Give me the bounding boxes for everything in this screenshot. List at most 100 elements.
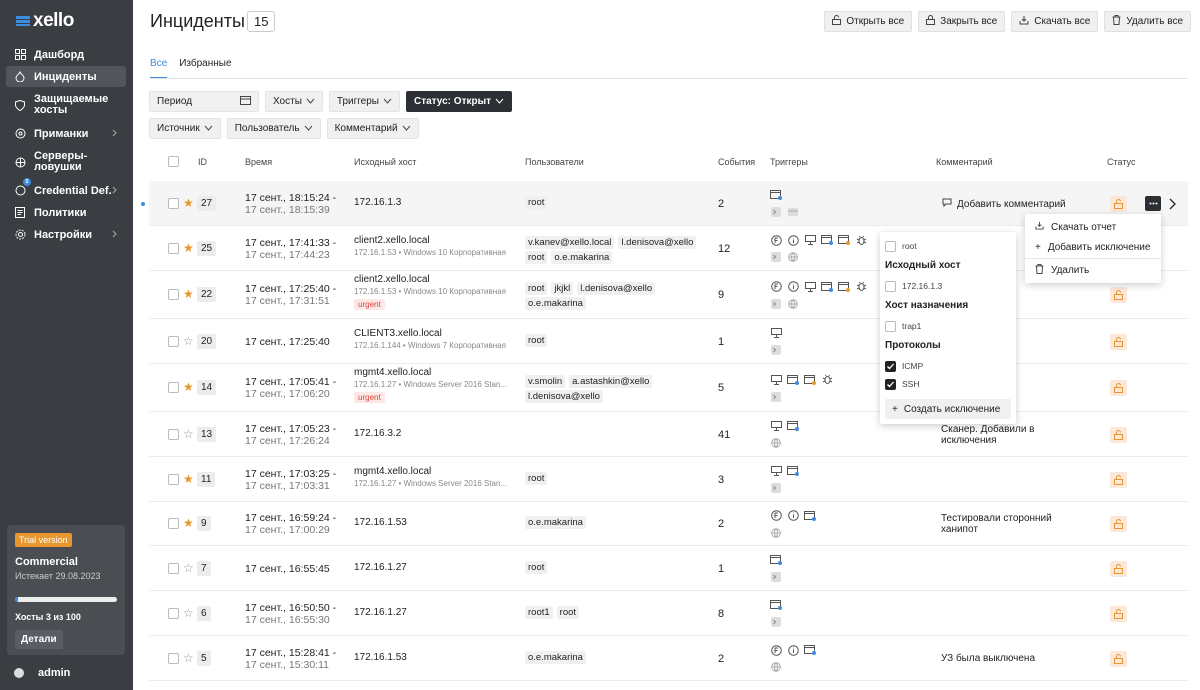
open-status-lock[interactable] — [1110, 516, 1127, 532]
star-outline-icon[interactable]: ☆ — [183, 561, 194, 575]
sidebar-item-policies[interactable]: Политики — [6, 202, 126, 223]
source-filter[interactable]: Источник — [149, 118, 221, 139]
user-tag[interactable]: v.kanev@xello.local — [525, 235, 615, 249]
window-icon[interactable] — [770, 555, 782, 566]
source-host[interactable]: 172.16.1.53 — [354, 652, 407, 663]
user-tag[interactable]: root — [525, 195, 548, 209]
star-outline-icon[interactable]: ☆ — [183, 606, 194, 620]
delete-menu-item[interactable]: Удалить — [1025, 260, 1161, 280]
row-checkbox[interactable] — [168, 335, 179, 347]
open-status-lock[interactable] — [1110, 287, 1127, 303]
open-status-lock[interactable] — [1110, 471, 1127, 488]
row-checkbox[interactable] — [168, 382, 179, 393]
sidebar-item-dashboard[interactable]: Дашборд — [6, 44, 126, 65]
star-filled-icon[interactable]: ★ — [183, 241, 194, 255]
star-filled-icon[interactable]: ★ — [183, 287, 194, 301]
user-tag[interactable]: l.denisova@xello — [618, 235, 697, 249]
sidebar-item-trap-servers[interactable]: Серверы-ловушки — [6, 145, 126, 179]
user-tag[interactable]: l.denisova@xello — [577, 282, 656, 295]
window-icon[interactable] — [787, 374, 799, 385]
file-icon[interactable] — [770, 510, 782, 521]
user-tag[interactable]: root — [525, 560, 548, 574]
tab-all[interactable]: Все — [150, 58, 168, 79]
user-tag[interactable]: root — [525, 282, 548, 295]
exception-option-checkbox[interactable] — [885, 320, 896, 332]
table-row[interactable]: ★ 9 17 сент., 16:59:24 -17 сент., 17:00:29… — [149, 502, 1188, 546]
row-checkbox[interactable] — [168, 607, 179, 619]
user-tag[interactable]: jkjkl — [551, 282, 574, 295]
source-host[interactable]: client2.xello.local 172.16.1.53 • Windows… — [354, 235, 506, 257]
file-icon[interactable] — [770, 281, 782, 292]
sidebar-item-settings[interactable]: Настройки — [6, 224, 126, 245]
window-icon[interactable] — [787, 466, 799, 477]
open-status-lock[interactable] — [1110, 195, 1127, 212]
table-row[interactable]: ☆ 5 17 сент., 15:28:41 -17 сент., 15:30:11… — [149, 636, 1188, 681]
create-exception-button[interactable]: + Создать исключение — [885, 399, 1011, 419]
logo[interactable]: xello — [16, 10, 74, 32]
exception-option-checkbox[interactable] — [885, 280, 896, 292]
file-icon[interactable] — [770, 234, 782, 246]
window-icon[interactable] — [821, 235, 833, 246]
star-outline-icon[interactable]: ☆ — [183, 651, 194, 665]
table-row[interactable]: ☆ 6 17 сент., 16:50:50 -17 сент., 16:55:30… — [149, 591, 1188, 636]
source-host[interactable]: mgmt4.xello.local 172.16.1.27 • Windows S… — [354, 466, 507, 488]
info-icon[interactable] — [787, 281, 799, 292]
open-status-lock[interactable] — [1110, 605, 1127, 622]
user-tag[interactable]: root — [525, 471, 548, 485]
bug-icon[interactable] — [855, 235, 867, 246]
sidebar-item-credential-def[interactable]: 5 Credential Def. — [6, 178, 126, 201]
info-icon[interactable] — [787, 234, 799, 246]
window-icon[interactable] — [821, 281, 833, 292]
user-tag[interactable]: a.astashkin@xello — [569, 375, 653, 388]
user-filter[interactable]: Пользователь — [226, 118, 321, 139]
open-status-lock[interactable] — [1110, 560, 1127, 577]
table-row[interactable]: ☆ 20 17 сент., 17:25:40 CLIENT3.xello.local… — [149, 319, 1188, 364]
file-icon[interactable] — [770, 644, 782, 656]
user-tag[interactable]: o.e.makarina — [525, 650, 586, 664]
user-tag[interactable]: root — [525, 333, 548, 347]
bug-icon[interactable] — [855, 281, 867, 292]
exception-option-row[interactable]: root — [885, 237, 1011, 255]
row-checkbox[interactable] — [168, 289, 179, 300]
status-filter[interactable]: Статус: Открыт — [405, 91, 513, 112]
monitor-icon[interactable] — [804, 235, 816, 246]
exception-option-row[interactable]: trap1 — [885, 317, 1011, 335]
exception-option-checkbox[interactable] — [885, 240, 896, 252]
monitor-icon[interactable] — [770, 466, 782, 477]
user-tag[interactable]: o.e.makarina — [525, 297, 586, 310]
bug-icon[interactable] — [821, 374, 833, 385]
user-tag[interactable]: root — [556, 605, 580, 619]
source-host[interactable]: 172.16.1.3 — [354, 197, 401, 208]
comment-filter[interactable]: Комментарий — [326, 118, 419, 139]
period-filter[interactable]: Период — [149, 91, 259, 112]
star-filled-icon[interactable]: ★ — [183, 196, 194, 210]
exception-option-checkbox[interactable] — [885, 360, 896, 372]
row-checkbox[interactable] — [168, 562, 179, 574]
star-filled-icon[interactable]: ★ — [183, 472, 194, 486]
open-status-lock[interactable] — [1110, 380, 1127, 396]
add-exception-menu-item[interactable]: + Добавить исключение — [1025, 237, 1161, 257]
table-row[interactable]: ☆ 7 17 сент., 16:55:45 172.16.1.27 root 1 — [149, 546, 1188, 591]
star-filled-icon[interactable]: ★ — [183, 380, 194, 394]
user-tag[interactable]: l.denisova@xello — [525, 390, 603, 403]
open-status-lock[interactable] — [1110, 650, 1127, 667]
window-alert-icon[interactable] — [804, 374, 816, 385]
monitor-icon[interactable] — [804, 281, 816, 292]
source-host[interactable]: 172.16.1.53 — [354, 517, 407, 528]
user-tag[interactable]: o.e.makarina — [551, 250, 613, 264]
details-button[interactable]: Детали — [15, 630, 63, 649]
monitor-icon[interactable] — [770, 328, 782, 339]
window-icon[interactable] — [787, 421, 799, 432]
star-outline-icon[interactable]: ☆ — [183, 334, 194, 348]
delete-all-button[interactable]: Удалить все — [1104, 11, 1191, 32]
hosts-filter[interactable]: Хосты — [265, 91, 323, 112]
source-host[interactable]: CLIENT3.xello.local 172.16.1.144 • Window… — [354, 328, 506, 350]
user-tag[interactable]: root1 — [525, 605, 553, 619]
user-tag[interactable]: o.e.makarina — [525, 516, 586, 529]
source-host[interactable]: 172.16.1.27 — [354, 607, 407, 618]
source-host[interactable]: 172.16.3.2 — [354, 428, 401, 439]
window-icon[interactable] — [770, 600, 782, 611]
chevron-right-icon[interactable] — [1169, 198, 1176, 213]
row-checkbox[interactable] — [168, 518, 179, 529]
window-alert-icon[interactable] — [838, 235, 850, 246]
